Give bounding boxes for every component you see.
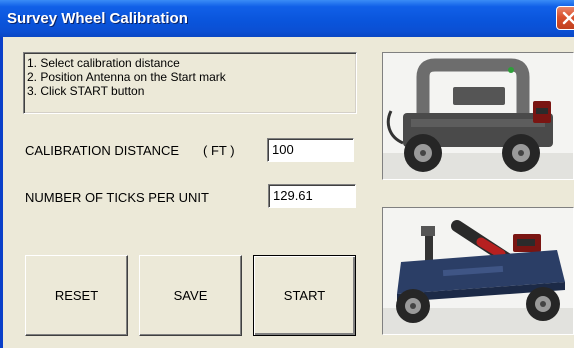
save-button[interactable]: SAVE: [139, 255, 242, 336]
instruction-line: 2. Position Antenna on the Start mark: [27, 70, 226, 84]
window-title: Survey Wheel Calibration: [7, 10, 188, 27]
survey-wheel-cart-image: [383, 53, 573, 179]
calibration-distance-field[interactable]: 100: [267, 138, 354, 162]
instruction-line: 3. Click START button: [27, 84, 145, 98]
reset-button[interactable]: RESET: [25, 255, 128, 336]
antenna-cart-image: [383, 208, 573, 334]
close-button[interactable]: [556, 6, 574, 30]
instructions-panel: 1. Select calibration distance 2. Positi…: [23, 52, 357, 114]
close-icon: [562, 11, 574, 25]
calibration-distance-unit: ( FT ): [203, 143, 235, 158]
ticks-per-unit-label: NUMBER OF TICKS PER UNIT: [25, 190, 209, 205]
survey-wheel-photo: [382, 52, 574, 180]
start-button[interactable]: START: [253, 255, 356, 336]
antenna-cart-photo: [382, 207, 574, 335]
calibration-window: Survey Wheel Calibration 1. Select calib…: [0, 0, 574, 348]
instruction-line: 1. Select calibration distance: [27, 56, 180, 70]
ticks-per-unit-field[interactable]: 129.61: [268, 184, 356, 208]
window-frame: [0, 37, 3, 348]
title-bar[interactable]: Survey Wheel Calibration: [0, 0, 574, 37]
calibration-distance-label: CALIBRATION DISTANCE: [25, 143, 180, 158]
